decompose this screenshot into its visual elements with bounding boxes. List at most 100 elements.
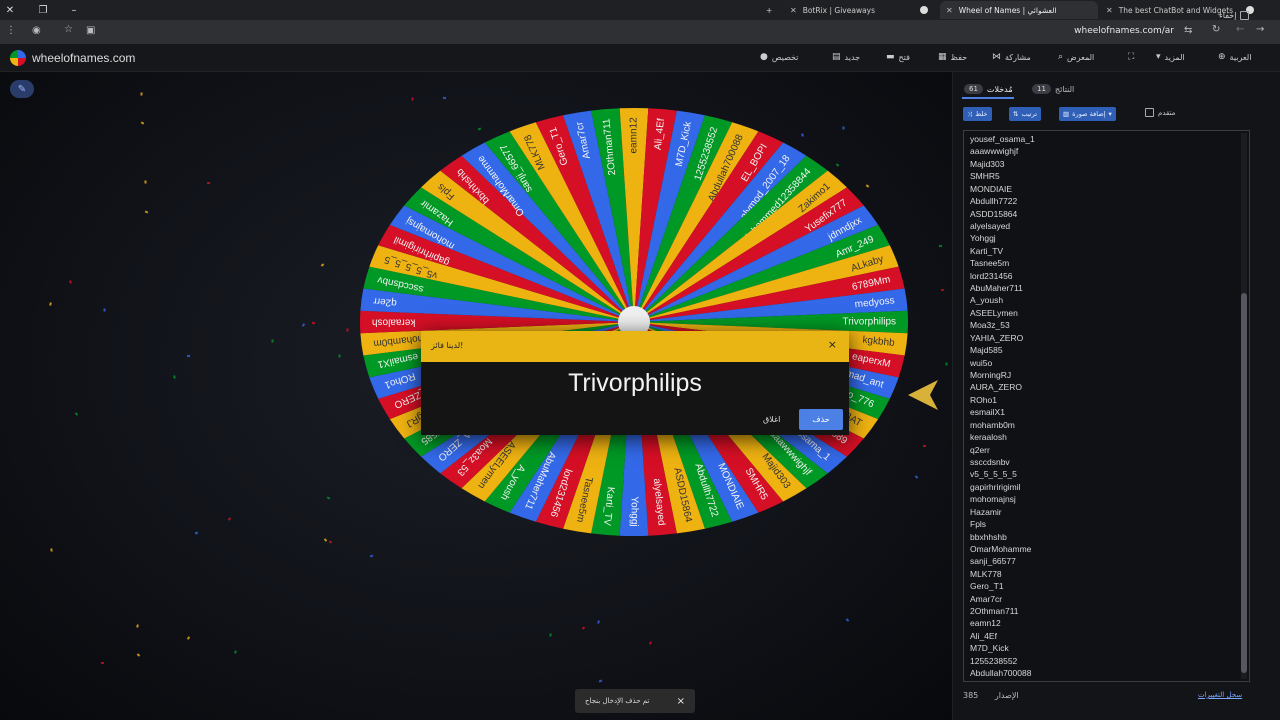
wheel-segment-label: eamn12 (629, 117, 640, 154)
nav-language[interactable]: ⊕ العربية (1218, 52, 1251, 62)
entry-item: eamn12 (970, 618, 1001, 629)
close-button[interactable]: اغلاق (763, 415, 780, 424)
entry-item: ASEELymen (970, 307, 1018, 318)
entries-scrollbar[interactable] (1241, 133, 1247, 679)
cast-icon[interactable]: ▣ (86, 25, 95, 36)
add-image-button[interactable]: ▨ إضافة صورة ▾ (1059, 107, 1116, 121)
nav-new[interactable]: ▤ جديد (832, 52, 860, 62)
confetti-piece (442, 96, 447, 100)
new-tab-button[interactable]: + (760, 1, 778, 19)
changelog-link[interactable]: سجل التغييرات (1198, 691, 1242, 699)
fullscreen-icon: ⛶ (1128, 52, 1135, 62)
wheel[interactable]: yousef_osama_1aaawwwighjfMajid303SMHR5MO… (358, 106, 910, 538)
wheel-segment-label: keraalosh (372, 316, 415, 327)
tab-close-icon[interactable]: ✕ (790, 6, 797, 15)
entry-item: MONDIAIE (970, 183, 1013, 194)
advanced-toggle[interactable]: متقدم (1145, 108, 1175, 117)
version-number: 385 (963, 691, 979, 700)
nav-customize[interactable]: ● تخصيص (760, 52, 798, 62)
entry-item: mohamb0m (970, 419, 1015, 430)
advanced-label: متقدم (1158, 108, 1176, 117)
entry-item: Moa3z_53 (970, 320, 1010, 331)
entry-item: ROho1 (970, 394, 997, 405)
nav-label: فتح (898, 52, 910, 62)
tab-close-icon[interactable]: ✕ (1106, 6, 1113, 15)
tab-results[interactable]: 11 النتائج (1032, 84, 1074, 94)
tab-title: BotRix | Giveaways (802, 5, 876, 15)
window-close-icon[interactable]: ✕ (0, 0, 20, 20)
dialog-close-icon[interactable]: × (828, 338, 837, 351)
tab-entries[interactable]: 61 مُدخلات (964, 84, 1013, 94)
chevron-down-icon: ▾ (1156, 52, 1161, 62)
logo-text: wheelofnames.com (32, 51, 136, 65)
palette-icon: ● (760, 52, 768, 62)
image-icon: ▨ (1063, 110, 1070, 118)
nav-save[interactable]: ▦ حفظ (938, 52, 967, 62)
advanced-checkbox[interactable] (1145, 108, 1154, 117)
window-restore-icon[interactable]: ❐ (33, 0, 53, 20)
confetti-piece (938, 244, 943, 248)
entry-item: esmailX1 (970, 407, 1005, 418)
bookmark-star-icon[interactable]: ☆ (64, 24, 73, 35)
site-settings-icon[interactable]: ⇆ (1184, 25, 1192, 36)
confetti-piece (311, 321, 316, 325)
entry-item: keraalosh (970, 432, 1007, 443)
hide-checkbox[interactable] (1240, 11, 1250, 20)
dialog-header: لدينا فائز! × (421, 331, 849, 362)
entry-item: q2err (970, 444, 990, 455)
confetti-piece (50, 548, 53, 552)
wheel-svg[interactable]: yousef_osama_1aaawwwighjfMajid303SMHR5MO… (358, 106, 910, 538)
results-count-badge: 11 (1032, 84, 1051, 94)
confetti-piece (140, 92, 143, 96)
entry-item: yousef_osama_1 (970, 134, 1035, 144)
scrollbar-thumb[interactable] (1241, 293, 1247, 673)
menu-dots-icon[interactable]: ⋮ (6, 25, 16, 36)
confetti-piece (207, 182, 210, 184)
entries-count-badge: 61 (964, 84, 983, 94)
browser-tabstrip: ✕ ❐ – + ✕ BotRix | Giveaways ✕ Wheel of … (0, 0, 1280, 20)
sort-icon: ⇅ (1013, 110, 1019, 118)
entry-item: alyelsayed (970, 220, 1011, 231)
site-logo[interactable]: wheelofnames.com (10, 50, 135, 66)
tab-botrix[interactable]: ✕ BotRix | Giveaways (784, 1, 934, 19)
tab-close-icon[interactable]: ✕ (946, 6, 953, 15)
hide-panel-toggle[interactable]: إخفاء (1219, 11, 1250, 20)
entry-item: Hazamir (970, 506, 1002, 517)
tab-favicon-icon (920, 6, 928, 14)
snackbar-close-icon[interactable]: × (677, 696, 685, 707)
entry-item: Yohggj (970, 233, 996, 244)
nav-share[interactable]: ⋈ مشاركة (992, 52, 1031, 62)
tab-title: The best ChatBot and Widgets (1118, 5, 1234, 15)
nav-label: المزيد (1164, 52, 1185, 62)
globe-icon: ⊕ (1218, 52, 1226, 62)
tab-wheel-of-names[interactable]: ✕ Wheel of Names | العشوائي (940, 1, 1098, 19)
shuffle-button[interactable]: ⤨ خلط (963, 107, 992, 121)
nav-label: حفظ (950, 52, 968, 62)
entries-textbox[interactable]: yousef_osama_1 aaawwwighjf Majid303 SMHR5 MO… (963, 130, 1250, 682)
entry-item: 2Othman711 (970, 606, 1019, 617)
nav-gallery[interactable]: ⌕ المعرض (1058, 52, 1094, 62)
reload-icon[interactable]: ↻ (1212, 24, 1220, 35)
entry-item: M7D_Kick (970, 643, 1009, 654)
tab-label: النتائج (1054, 84, 1075, 94)
winner-dialog: لدينا فائز! × Trivorphilips اغلاق حذف (421, 331, 849, 435)
url-field[interactable]: wheelofnames.com/ar (1074, 26, 1174, 36)
eye-icon[interactable]: ◉ (32, 25, 41, 36)
entry-item: Tasnee5m (970, 258, 1010, 269)
entry-item: Fpls (970, 519, 987, 530)
confetti-piece (186, 354, 191, 358)
nav-more[interactable]: ▾ المزيد (1156, 52, 1185, 62)
nav-fullscreen[interactable]: ⛶ (1128, 52, 1134, 62)
edit-pencil-button[interactable]: ✎ (10, 80, 34, 98)
entry-item: OmarMohamme (970, 543, 1032, 554)
snackbar-message: تم حذف الإدخال بنجاح (585, 697, 650, 705)
window-minimize-icon[interactable]: – (64, 0, 84, 20)
forward-icon[interactable]: ← (1236, 24, 1244, 35)
sort-button[interactable]: ⇅ ترتيب (1009, 107, 1042, 121)
dialog-title: لدينا فائز! (431, 341, 464, 350)
remove-button[interactable]: حذف (799, 409, 843, 430)
back-icon[interactable]: → (1256, 24, 1264, 35)
entry-item: Majid303 (970, 158, 1005, 169)
entry-item: MLK778 (970, 568, 1002, 579)
nav-open[interactable]: ▬ فتح (886, 52, 910, 62)
